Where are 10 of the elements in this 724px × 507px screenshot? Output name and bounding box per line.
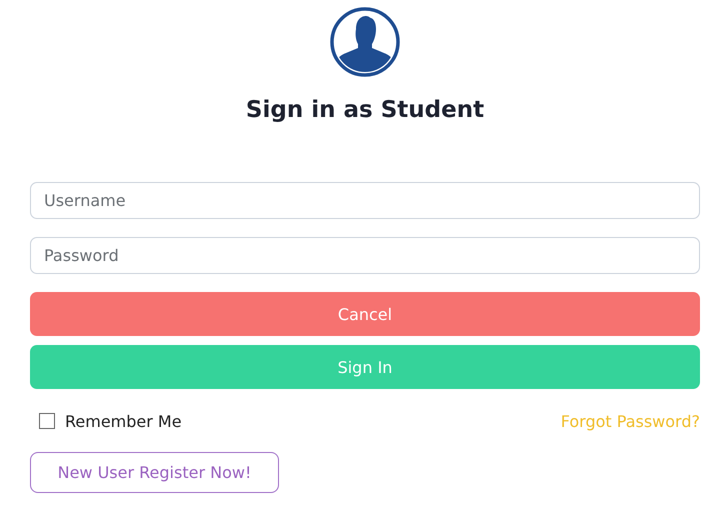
remember-label: Remember Me: [65, 412, 182, 430]
cancel-button[interactable]: Cancel: [30, 292, 700, 336]
remember-checkbox[interactable]: [39, 413, 55, 429]
user-avatar-icon: [330, 7, 400, 77]
forgot-password-link[interactable]: Forgot Password?: [560, 412, 700, 430]
register-button[interactable]: New User Register Now!: [30, 452, 279, 493]
username-field[interactable]: Username: [30, 182, 700, 219]
sign-in-button[interactable]: Sign In: [30, 345, 700, 389]
password-field[interactable]: Password: [30, 237, 700, 274]
page-title: Sign in as Student: [246, 96, 484, 125]
